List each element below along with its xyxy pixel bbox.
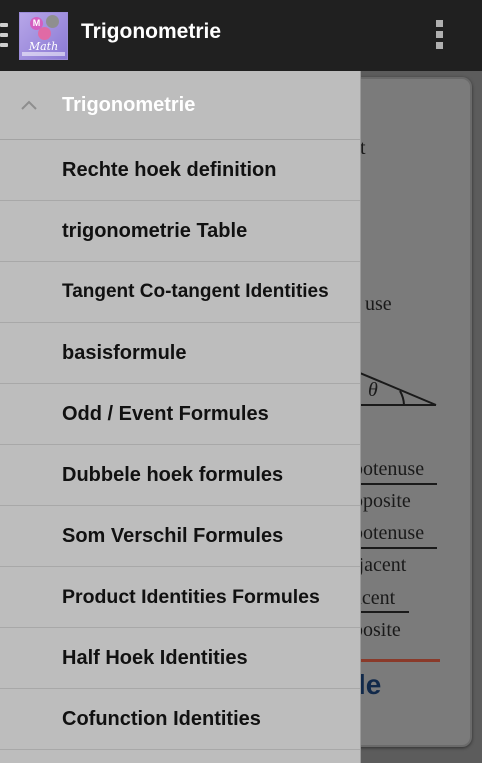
drawer-item-half-hoek[interactable]: Half Hoek Identities: [0, 628, 360, 689]
drawer-toggle-icon[interactable]: [0, 23, 8, 47]
drawer-item-label: Som Verschil Formules: [62, 524, 284, 547]
app-bar: M Math Trigonometrie: [0, 0, 482, 71]
bg-text: pposite: [353, 490, 411, 512]
more-vert-icon[interactable]: [430, 20, 448, 52]
drawer-item-label: Half Hoek Identities: [62, 646, 248, 669]
drawer-item-som-verschil[interactable]: Som Verschil Formules: [0, 506, 360, 567]
drawer-item-label: basisformule: [62, 341, 187, 364]
drawer-item-basisformule[interactable]: basisformule: [0, 323, 360, 384]
theta-symbol: θ: [368, 379, 378, 401]
drawer-item-label: Odd / Event Formules: [62, 402, 269, 425]
chevron-up-icon: [21, 100, 37, 110]
bg-heading: le: [358, 669, 382, 700]
drawer-item-dubbele-hoek[interactable]: Dubbele hoek formules: [0, 445, 360, 506]
drawer-item-tangent[interactable]: Tangent Co-tangent Identities: [0, 262, 360, 323]
drawer-group-label: Trigonometrie: [62, 94, 196, 116]
drawer-item-label: Cofunction Identities: [62, 707, 261, 730]
bg-text: potenuse: [353, 522, 425, 544]
bg-text: use: [365, 293, 392, 315]
drawer-item-table[interactable]: trigonometrie Table: [0, 201, 360, 262]
bg-text: potenuse: [353, 458, 425, 480]
drawer-item-label: Product Identities Formules: [62, 585, 320, 608]
drawer-item-cofunction[interactable]: Cofunction Identities: [0, 689, 360, 750]
navigation-drawer: Trigonometrie Rechte hoek definition tri…: [0, 71, 361, 763]
drawer-item-odd-event[interactable]: Odd / Event Formules: [0, 384, 360, 445]
drawer-item-label: Tangent Co-tangent Identities: [62, 281, 329, 302]
drawer-item-product-identities[interactable]: Product Identities Formules: [0, 567, 360, 628]
app-logo: M Math: [19, 12, 68, 60]
drawer-item-rechte-hoek[interactable]: Rechte hoek definition: [0, 140, 360, 201]
drawer-item-label: Dubbele hoek formules: [62, 463, 284, 486]
drawer-item-label: Rechte hoek definition: [62, 158, 277, 181]
drawer-group-header[interactable]: Trigonometrie: [0, 71, 360, 140]
drawer-item-label: trigonometrie Table: [62, 219, 248, 242]
app-title: Trigonometrie: [81, 20, 222, 43]
